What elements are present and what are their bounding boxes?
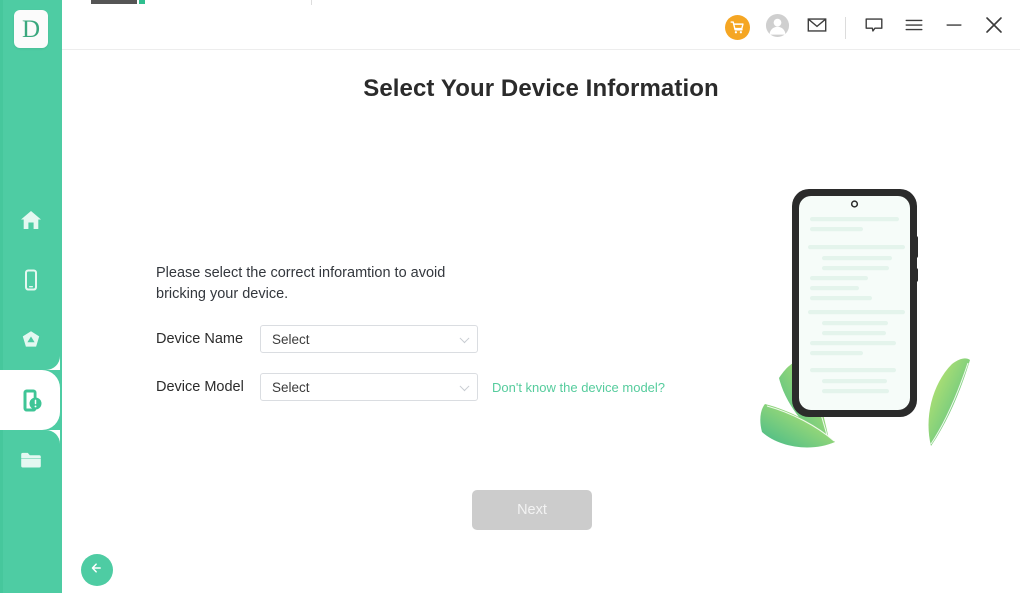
device-name-label: Device Name (156, 331, 244, 347)
chevron-down-icon (459, 333, 470, 344)
user-avatar-icon (765, 13, 790, 43)
shopping-cart-icon (724, 15, 750, 40)
folder-icon (18, 447, 44, 473)
phone-alert-icon (17, 387, 44, 414)
minimize-button[interactable] (934, 8, 974, 48)
cart-button[interactable] (717, 8, 757, 48)
device-form: Please select the correct inforamtion to… (156, 263, 716, 401)
phone-illustration (732, 180, 1002, 500)
top-edge-artifact (91, 0, 137, 4)
nav-notch-top (46, 356, 60, 370)
next-button[interactable]: Next (472, 490, 592, 530)
device-model-row: Device Model Select Don't know the devic… (156, 373, 716, 401)
form-description: Please select the correct inforamtion to… (156, 265, 446, 302)
sidebar-item-phone[interactable] (0, 250, 62, 310)
device-name-value: Select (272, 331, 310, 347)
cloud-pentagon-icon (18, 327, 44, 353)
hamburger-menu-icon (903, 14, 925, 41)
device-model-value: Select (272, 379, 310, 395)
title-bar (62, 5, 1020, 50)
device-name-select[interactable]: Select (260, 325, 478, 353)
arrow-left-icon (88, 559, 106, 582)
close-icon (982, 13, 1006, 42)
menu-button[interactable] (894, 8, 934, 48)
page-title: Select Your Device Information (363, 75, 719, 102)
sidebar-nav (0, 190, 62, 490)
phone-icon (18, 267, 44, 293)
close-button[interactable] (974, 8, 1014, 48)
feedback-button[interactable] (854, 8, 894, 48)
back-button[interactable] (81, 554, 113, 586)
top-edge-artifact-accent (139, 0, 145, 4)
home-icon (18, 207, 44, 233)
mail-button[interactable] (797, 8, 837, 48)
app-logo: D (14, 10, 48, 48)
speech-bubble-icon (863, 14, 885, 41)
device-model-help-link[interactable]: Don't know the device model? (492, 380, 665, 395)
minimize-icon (943, 14, 965, 41)
app-logo-letter: D (21, 15, 41, 43)
main-content: Select Your Device Information Please se… (62, 50, 1020, 611)
sidebar-item-home[interactable] (0, 190, 62, 250)
app-window: D Select Your Device Information Please … (0, 0, 1020, 611)
sidebar-item-system-repair[interactable] (0, 356, 60, 444)
envelope-icon (806, 14, 828, 41)
device-model-label: Device Model (156, 379, 244, 395)
account-button[interactable] (757, 8, 797, 48)
device-model-select[interactable]: Select (260, 373, 478, 401)
device-name-row: Device Name Select (156, 325, 716, 353)
sidebar: D (0, 0, 62, 593)
titlebar-divider (845, 16, 846, 39)
chevron-down-icon (459, 381, 470, 392)
sidebar-item-files[interactable] (0, 430, 62, 490)
